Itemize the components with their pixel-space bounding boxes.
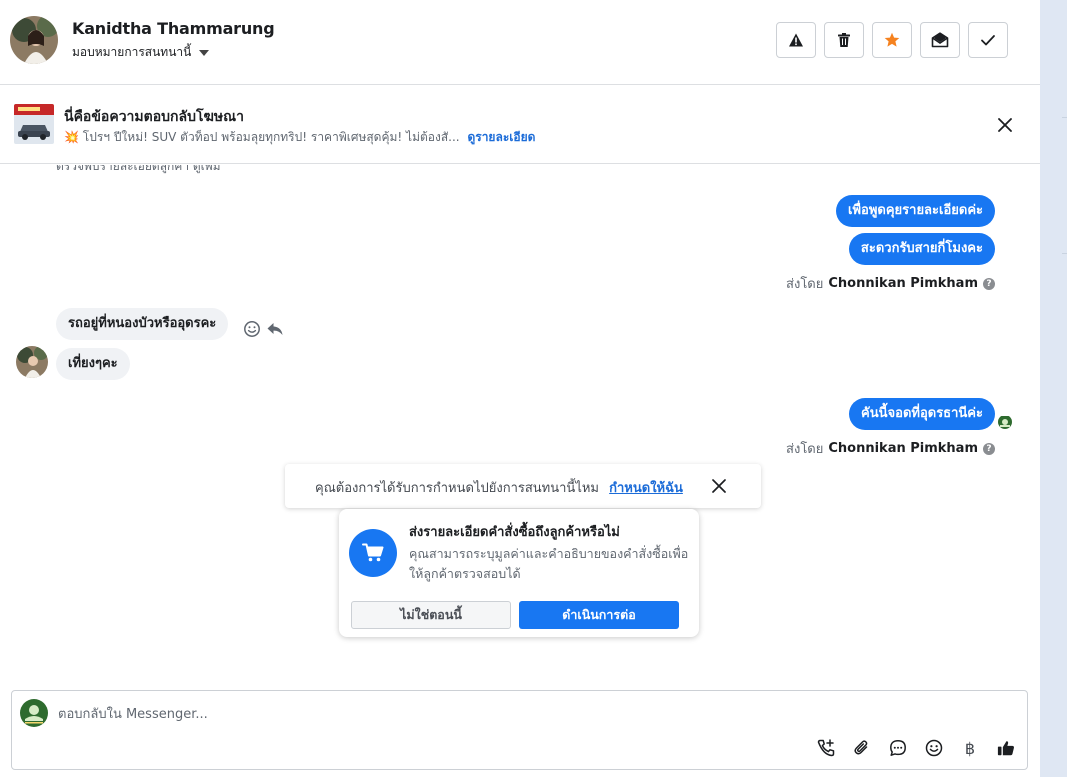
ad-banner-title: นี่คือข้อความตอบกลับโฆษณา xyxy=(64,109,244,125)
outgoing-message[interactable]: คันนี้จอดที่อุดรธานีค่ะ xyxy=(849,398,995,430)
order-prompt-title: ส่งรายละเอียดคำสั่งซื้อถึงลูกค้าหรือไม่ xyxy=(409,525,620,540)
payment-button[interactable]: ฿ xyxy=(961,738,979,758)
close-icon xyxy=(998,118,1012,132)
star-button[interactable] xyxy=(872,22,912,58)
customer-details-note: ตรวจพบรายละเอียดลูกค้า ดูเพิ่ม xyxy=(56,165,221,173)
agent-name[interactable]: Chonnikan Pimkham xyxy=(828,276,978,291)
like-button[interactable] xyxy=(997,739,1015,757)
assign-conversation-dropdown[interactable]: มอบหมายการสนทนานี้ xyxy=(72,43,210,62)
react-button[interactable] xyxy=(243,320,261,338)
emoji-icon xyxy=(925,739,943,757)
agent-name[interactable]: Chonnikan Pimkham xyxy=(828,441,978,456)
star-icon xyxy=(884,32,900,47)
sent-by-prefix: ส่งโดย xyxy=(786,442,824,457)
message-composer: ฿ xyxy=(11,690,1028,770)
call-button[interactable] xyxy=(817,739,835,757)
panel-divider xyxy=(1062,253,1067,254)
order-details-prompt: ส่งรายละเอียดคำสั่งซื้อถึงลูกค้าหรือไม่ … xyxy=(339,509,699,637)
assign-to-me-link[interactable]: กำหนดให้ฉัน xyxy=(609,481,683,496)
reply-button[interactable] xyxy=(266,320,284,338)
spam-warning-icon xyxy=(789,33,803,47)
contact-avatar-small[interactable] xyxy=(16,346,48,378)
assign-prompt-toast: คุณต้องการได้รับการกำหนดไปยังการสนทนานี้… xyxy=(285,464,761,508)
conversation-scrollbar[interactable] xyxy=(1026,165,1038,465)
sent-by-label: ส่งโดย Chonnikan Pimkham ? xyxy=(786,438,995,459)
incoming-message[interactable]: รถอยู่ที่หนองบัวหรืออุดรคะ xyxy=(56,308,229,340)
mark-done-button[interactable] xyxy=(968,22,1008,58)
thumbs-up-icon xyxy=(997,741,1014,756)
close-icon xyxy=(712,479,726,493)
contact-avatar[interactable] xyxy=(10,16,58,64)
trash-icon xyxy=(838,33,850,47)
incoming-message[interactable]: เที่ยงๆคะ xyxy=(56,348,130,380)
assign-label: มอบหมายการสนทนานี้ xyxy=(72,45,192,59)
call-add-icon xyxy=(817,739,835,757)
attachment-icon xyxy=(854,740,868,755)
header-actions xyxy=(776,22,1008,58)
page-avatar xyxy=(20,699,48,727)
ad-details-link[interactable]: ดูรายละเอียด xyxy=(467,130,535,144)
contact-name[interactable]: Kanidtha Thammarung xyxy=(72,19,275,38)
delete-button[interactable] xyxy=(824,22,864,58)
cart-icon-badge xyxy=(349,529,397,577)
composer-toolbar: ฿ xyxy=(817,738,1015,758)
smiley-icon xyxy=(244,321,260,337)
sent-by-label: ส่งโดย Chonnikan Pimkham ? xyxy=(786,273,995,294)
sent-by-prefix: ส่งโดย xyxy=(786,277,824,292)
shopping-cart-icon xyxy=(362,543,384,562)
right-panel-edge xyxy=(1040,0,1067,777)
ad-reply-banner: นี่คือข้อความตอบกลับโฆษณา 💥 โปรฯ ปีใหม่!… xyxy=(0,86,1040,164)
checkmark-icon xyxy=(981,35,995,46)
ad-banner-description: 💥 โปรฯ ปีใหม่! SUV ตัวท็อป พร้อมลุยทุกทร… xyxy=(64,128,535,147)
attach-button[interactable] xyxy=(853,739,871,757)
currency-baht-icon: ฿ xyxy=(964,738,976,758)
outgoing-message[interactable]: สะดวกรับสายกี่โมงคะ xyxy=(848,233,995,265)
close-toast-button[interactable] xyxy=(709,476,729,496)
assign-prompt: คุณต้องการได้รับการกำหนดไปยังการสนทนานี้… xyxy=(315,477,683,498)
reply-input[interactable] xyxy=(58,703,958,725)
saved-replies-button[interactable] xyxy=(889,739,907,757)
seen-indicator-avatar xyxy=(998,415,1012,429)
mark-unread-icon xyxy=(931,32,949,48)
help-icon[interactable]: ? xyxy=(983,442,995,455)
not-now-button[interactable]: ไม่ใช่ตอนนี้ xyxy=(351,601,511,629)
ad-thumbnail[interactable] xyxy=(14,104,54,144)
help-icon[interactable]: ? xyxy=(983,277,995,290)
reply-icon xyxy=(267,323,283,335)
panel-divider xyxy=(1062,117,1067,118)
assign-prompt-text: คุณต้องการได้รับการกำหนดไปยังการสนทนานี้… xyxy=(315,481,599,496)
ad-description-text: 💥 โปรฯ ปีใหม่! SUV ตัวท็อป พร้อมลุยทุกทร… xyxy=(64,130,460,144)
conversation-header: Kanidtha Thammarung มอบหมายการสนทนานี้ xyxy=(0,0,1040,85)
chevron-down-icon xyxy=(199,49,210,56)
mark-spam-button[interactable] xyxy=(776,22,816,58)
close-banner-button[interactable] xyxy=(994,114,1016,136)
continue-button[interactable]: ดำเนินการต่อ xyxy=(519,601,679,629)
saved-reply-icon xyxy=(890,740,906,756)
emoji-button[interactable] xyxy=(925,739,943,757)
mark-unread-button[interactable] xyxy=(920,22,960,58)
order-prompt-description: คุณสามารถระบุมูลค่าและคำอธิบายของคำสั่งซ… xyxy=(409,546,689,581)
outgoing-message[interactable]: เพื่อพูดคุยรายละเอียดค่ะ xyxy=(836,195,995,227)
